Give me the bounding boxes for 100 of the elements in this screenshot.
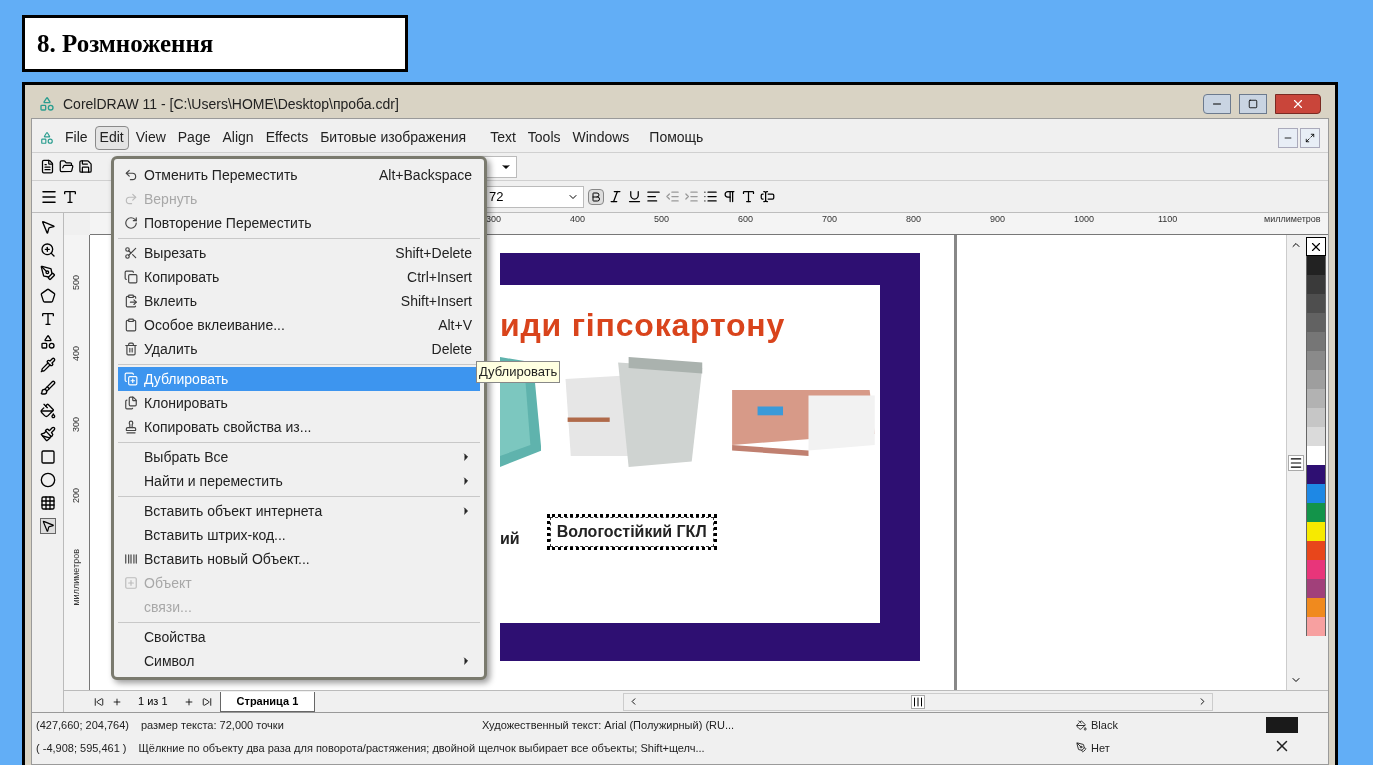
text-cursor-icon[interactable] bbox=[760, 189, 775, 204]
color-swatch[interactable] bbox=[1306, 579, 1326, 598]
color-swatch[interactable] bbox=[1306, 446, 1326, 465]
document-minimize-button[interactable] bbox=[1278, 127, 1298, 148]
color-swatch[interactable] bbox=[1306, 598, 1326, 617]
new-file-icon[interactable] bbox=[40, 159, 55, 174]
menu-item-icon bbox=[124, 318, 138, 332]
menu-item-icon bbox=[124, 576, 138, 590]
menu-item[interactable]: Копировать свойства из... bbox=[118, 415, 480, 439]
color-swatch[interactable] bbox=[1306, 351, 1326, 370]
add-page-icon[interactable] bbox=[183, 696, 194, 707]
caption-text[interactable]: Вологостійкий ГКЛ bbox=[549, 517, 714, 547]
menu-item[interactable]: Особое вклеивание... Alt+V bbox=[118, 313, 480, 337]
shapes-icon[interactable] bbox=[39, 334, 56, 350]
color-swatch[interactable] bbox=[1306, 275, 1326, 294]
zoom-icon[interactable] bbox=[39, 242, 56, 258]
menu-item[interactable]: Клонировать bbox=[118, 391, 480, 415]
pick-icon[interactable] bbox=[39, 518, 56, 534]
menu-item[interactable]: Повторение Переместить bbox=[118, 211, 480, 235]
color-swatch[interactable] bbox=[1306, 389, 1326, 408]
color-swatch[interactable] bbox=[1306, 370, 1326, 389]
menu-item[interactable]: Tools bbox=[522, 125, 566, 150]
menu-item[interactable]: Edit bbox=[94, 125, 129, 150]
menu-item[interactable]: Вставить новый Объект... bbox=[118, 547, 480, 571]
menu-item[interactable]: Найти и переместить bbox=[118, 469, 480, 493]
save-icon[interactable] bbox=[78, 159, 93, 174]
menu-item-icon bbox=[124, 396, 138, 410]
menu-item[interactable]: Свойства bbox=[118, 625, 480, 649]
menu-item[interactable]: Align bbox=[217, 125, 259, 150]
menu-item[interactable]: Windows bbox=[567, 125, 635, 150]
menu-item[interactable]: Символ bbox=[118, 649, 480, 673]
color-swatch[interactable] bbox=[1306, 256, 1326, 275]
status-coordinates: (427,660; 204,764) bbox=[36, 718, 129, 733]
scroll-thumb-icon[interactable] bbox=[911, 694, 926, 709]
menu-item[interactable]: File bbox=[60, 125, 93, 150]
menu-item[interactable]: Вклеить Shift+Insert bbox=[118, 289, 480, 313]
eyedropper-icon[interactable] bbox=[39, 357, 56, 373]
menu-item[interactable]: Отменить Переместить Alt+Backspace bbox=[118, 163, 480, 187]
vertical-scrollbar[interactable] bbox=[1286, 235, 1304, 690]
maximize-button[interactable] bbox=[1239, 94, 1267, 114]
color-swatch[interactable] bbox=[1306, 541, 1326, 560]
rectangle-icon[interactable] bbox=[39, 449, 56, 465]
no-color-swatch[interactable] bbox=[1306, 237, 1326, 256]
ellipse-icon[interactable] bbox=[39, 472, 56, 488]
color-swatch[interactable] bbox=[1306, 427, 1326, 446]
menu-item[interactable]: Битовые изображения bbox=[315, 125, 472, 150]
menu-item[interactable]: Вставить объект интернета bbox=[118, 499, 480, 523]
open-folder-icon[interactable] bbox=[59, 159, 74, 174]
menu-item-icon bbox=[124, 420, 138, 434]
pointer-icon[interactable] bbox=[39, 219, 56, 235]
list-icon[interactable] bbox=[703, 189, 718, 204]
add-page-icon[interactable] bbox=[112, 696, 122, 707]
menu-item[interactable]: Выбрать Все bbox=[118, 445, 480, 469]
minimize-button[interactable] bbox=[1203, 94, 1231, 114]
font-style-icon[interactable] bbox=[741, 189, 756, 204]
close-button[interactable] bbox=[1275, 94, 1321, 114]
last-page-icon[interactable] bbox=[201, 696, 212, 707]
paintbrush-icon[interactable] bbox=[39, 426, 56, 442]
color-swatch[interactable] bbox=[1306, 465, 1326, 484]
color-swatch[interactable] bbox=[1306, 484, 1326, 503]
menu-item[interactable]: View bbox=[130, 125, 171, 150]
color-swatch[interactable] bbox=[1306, 313, 1326, 332]
menu-item[interactable]: Text bbox=[485, 125, 521, 150]
first-page-icon[interactable] bbox=[94, 696, 104, 707]
polygon-icon[interactable] bbox=[39, 288, 56, 304]
color-swatch[interactable] bbox=[1306, 617, 1326, 636]
fill-icon[interactable] bbox=[39, 403, 56, 419]
menu-item[interactable]: Page bbox=[172, 125, 216, 150]
text-tool-icon[interactable] bbox=[39, 311, 56, 327]
color-swatch[interactable] bbox=[1306, 522, 1326, 541]
menu-item-icon bbox=[124, 372, 138, 386]
bold-icon[interactable] bbox=[588, 188, 604, 205]
underline-icon[interactable] bbox=[627, 189, 642, 204]
color-swatch[interactable] bbox=[1306, 332, 1326, 351]
font-icon[interactable] bbox=[62, 188, 78, 205]
color-swatch[interactable] bbox=[1306, 560, 1326, 579]
italic-icon[interactable] bbox=[608, 189, 623, 204]
color-swatch[interactable] bbox=[1306, 294, 1326, 313]
menu-item[interactable]: Удалить Delete bbox=[118, 337, 480, 361]
scroll-thumb-icon[interactable] bbox=[1287, 454, 1304, 471]
font-size-field[interactable]: 72 bbox=[484, 185, 584, 208]
menu-item[interactable]: Вставить штрих-код... bbox=[118, 523, 480, 547]
document-icon bbox=[40, 130, 54, 145]
page-tab[interactable]: Страница 1 bbox=[219, 691, 316, 712]
menu-item[interactable]: Effects bbox=[260, 125, 314, 150]
grid-icon[interactable] bbox=[39, 495, 56, 511]
menu-item[interactable]: Помощь bbox=[644, 125, 709, 150]
pilcrow-icon[interactable] bbox=[722, 189, 737, 204]
brush-icon[interactable] bbox=[39, 380, 56, 396]
menu-item-icon bbox=[124, 342, 138, 356]
menu-item[interactable]: Вырезать Shift+Delete bbox=[118, 241, 480, 265]
caption-text[interactable]: ий bbox=[500, 517, 520, 549]
restore-icon bbox=[1305, 132, 1315, 143]
horizontal-scrollbar[interactable] bbox=[623, 692, 1214, 711]
pen-icon[interactable] bbox=[39, 265, 56, 281]
document-restore-button[interactable] bbox=[1300, 127, 1320, 148]
color-swatch[interactable] bbox=[1306, 408, 1326, 427]
color-swatch[interactable] bbox=[1306, 503, 1326, 522]
align-icon[interactable] bbox=[646, 189, 661, 204]
menu-item[interactable]: Копировать Ctrl+Insert bbox=[118, 265, 480, 289]
